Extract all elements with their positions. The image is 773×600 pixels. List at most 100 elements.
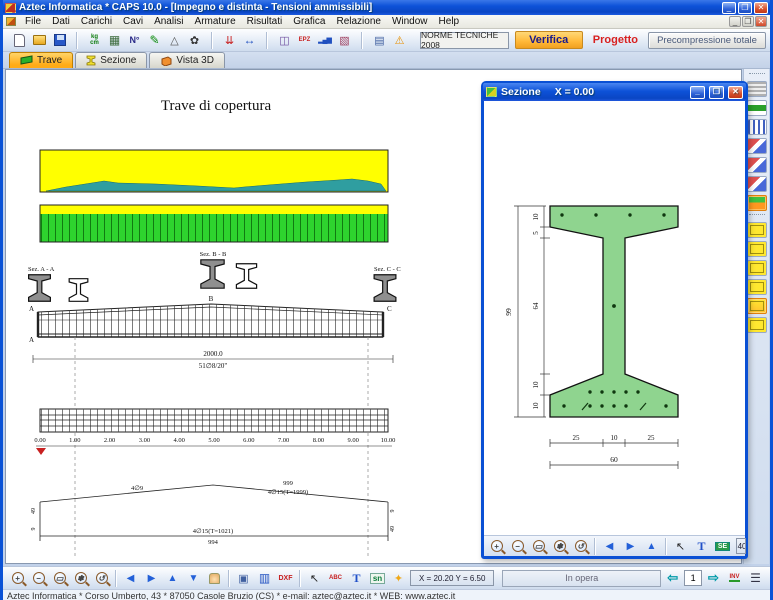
active-diagram-button[interactable]: [747, 195, 767, 211]
close-button[interactable]: ✕: [754, 2, 768, 14]
section-tool-button-1[interactable]: [747, 222, 767, 238]
abc-labels-button[interactable]: ABC: [326, 569, 345, 588]
options-button[interactable]: ✿: [185, 31, 204, 50]
zoom-out-button[interactable]: −: [29, 569, 48, 588]
menu-help[interactable]: Help: [434, 16, 465, 27]
menu-window[interactable]: Window: [387, 16, 433, 27]
zoom-in-button[interactable]: +: [8, 569, 27, 588]
inv-button[interactable]: INV: [725, 569, 744, 588]
pan-left-button[interactable]: ◀: [121, 569, 140, 588]
next-page-button[interactable]: ⇨: [704, 569, 723, 588]
sez-goto-button[interactable]: ▲: [642, 537, 661, 556]
menu-cavi[interactable]: Cavi: [118, 16, 148, 27]
verifica-button[interactable]: Verifica: [515, 31, 583, 49]
stress-diagram-button-2[interactable]: [747, 157, 767, 173]
results-graph-button[interactable]: ▂▄▆: [315, 31, 334, 50]
dimensions-button[interactable]: ↔: [240, 31, 259, 50]
sez-zoom-in-button[interactable]: +: [487, 537, 506, 556]
toolbar-drag-handle[interactable]: [749, 73, 765, 76]
analysis-button[interactable]: ◫: [275, 31, 294, 50]
sez-prev-section-button[interactable]: ◀: [600, 537, 619, 556]
sez-zoom-dynamic-button[interactable]: ↺: [571, 537, 590, 556]
new-button[interactable]: [10, 31, 29, 50]
diagram-grey-bars-button[interactable]: [747, 81, 767, 97]
text-button[interactable]: T: [347, 569, 366, 588]
mdi-minimize-button[interactable]: _: [729, 16, 741, 27]
menu-dati[interactable]: Dati: [47, 16, 75, 27]
sez-zoom-extents-button[interactable]: ✽: [550, 537, 569, 556]
diagram-blue-bars-button[interactable]: [747, 119, 767, 135]
section-tool-button-4[interactable]: [747, 279, 767, 295]
stress-diagram-button-1[interactable]: [747, 138, 767, 154]
highlight-button[interactable]: ✦: [389, 569, 408, 588]
save-button[interactable]: [50, 31, 69, 50]
menu-file[interactable]: File: [20, 16, 46, 27]
progetto-button[interactable]: Progetto: [593, 34, 638, 46]
export-button[interactable]: ▥: [255, 569, 274, 588]
sezione-titlebar[interactable]: Sezione X = 0.00 _ ❐ ✕: [483, 83, 746, 101]
sez-zoom-window-button[interactable]: ▭: [529, 537, 548, 556]
tab-sezione[interactable]: Sezione: [75, 52, 147, 68]
warnings-button[interactable]: ⚠: [390, 31, 409, 50]
report-button[interactable]: ▤: [370, 31, 389, 50]
sezione-canvas[interactable]: 99 10 5 64 10 10: [484, 101, 745, 535]
materials-button[interactable]: ▦: [105, 31, 124, 50]
zoom-extents-button[interactable]: ✽: [71, 569, 90, 588]
mdi-close-button[interactable]: ✕: [755, 16, 767, 27]
dxf-export-button[interactable]: DXF: [276, 569, 295, 588]
pointer-button[interactable]: ↖: [305, 569, 324, 588]
zoom-dynamic-button[interactable]: ↺: [92, 569, 111, 588]
stress-curve-button[interactable]: ▧: [335, 31, 354, 50]
menu-analisi[interactable]: Analisi: [149, 16, 188, 27]
prev-page-button[interactable]: ⇦: [663, 569, 682, 588]
section-b-filled: [201, 260, 224, 288]
loads-button[interactable]: ⇊: [220, 31, 239, 50]
mdi-restore-button[interactable]: ❐: [742, 16, 754, 27]
menu-grafica[interactable]: Grafica: [288, 16, 330, 27]
reinforcement-grid: [40, 409, 388, 432]
sezione-minimize-button[interactable]: _: [690, 86, 705, 99]
print-preview-button[interactable]: ▣: [234, 569, 253, 588]
layers-menu-button[interactable]: ☰: [746, 569, 765, 588]
minimize-button[interactable]: _: [722, 2, 736, 14]
pan-down-button[interactable]: ▼: [184, 569, 203, 588]
section-tool-button-6[interactable]: [747, 317, 767, 333]
norme-tecniche-box[interactable]: NORME TECNICHE 2008: [420, 32, 509, 49]
epz-button[interactable]: EPZ: [295, 31, 314, 50]
stress-diagram-button-3[interactable]: [747, 176, 767, 192]
tab-trave[interactable]: Trave: [9, 52, 73, 68]
zoom-out-icon: −: [512, 540, 524, 552]
units-button[interactable]: kg cm: [85, 31, 104, 50]
section-tool-button-3[interactable]: [747, 260, 767, 276]
sez-pointer-button[interactable]: ↖: [671, 537, 690, 556]
pan-right-button[interactable]: ▶: [142, 569, 161, 588]
sn-button[interactable]: sn: [368, 569, 387, 588]
geometry-button[interactable]: △: [165, 31, 184, 50]
menu-carichi[interactable]: Carichi: [76, 16, 117, 27]
main-toolbar: kg cm ▦ N° ✎ △ ✿ ⇊ ↔ ◫ EPZ ▂▄▆ ▧ ▤ ⚠ NOR…: [3, 29, 770, 52]
sez-zoom-out-button[interactable]: −: [508, 537, 527, 556]
edit-button[interactable]: ✎: [145, 31, 164, 50]
pan-up-button[interactable]: ▲: [163, 569, 182, 588]
pan-hand-button[interactable]: [205, 569, 224, 588]
section-tool-button-active[interactable]: [747, 298, 767, 314]
sez-se-button[interactable]: SE: [713, 537, 732, 556]
page-number-box[interactable]: 1: [684, 570, 702, 586]
codes-button[interactable]: N°: [125, 31, 144, 50]
menu-risultati[interactable]: Risultati: [242, 16, 288, 27]
section-tool-button-2[interactable]: [747, 241, 767, 257]
toolbar-drag-handle-2[interactable]: [749, 214, 765, 217]
menu-armature[interactable]: Armature: [190, 16, 241, 27]
tab-vista3d[interactable]: Vista 3D: [149, 52, 225, 68]
maximize-button[interactable]: ❐: [738, 2, 752, 14]
sez-text-button[interactable]: T: [692, 537, 711, 556]
menu-relazione[interactable]: Relazione: [331, 16, 385, 27]
precompressione-button[interactable]: Precompressione totale: [648, 32, 766, 49]
diagram-green-bar-button[interactable]: [747, 100, 767, 116]
zoom-window-button[interactable]: ▭: [50, 569, 69, 588]
sezione-maximize-button[interactable]: ❐: [709, 86, 724, 99]
open-button[interactable]: [30, 31, 49, 50]
sez-next-section-button[interactable]: ▶: [621, 537, 640, 556]
cursor-coords-box: X = 20.20 Y = 6.50: [410, 570, 494, 586]
sezione-close-button[interactable]: ✕: [728, 86, 743, 99]
